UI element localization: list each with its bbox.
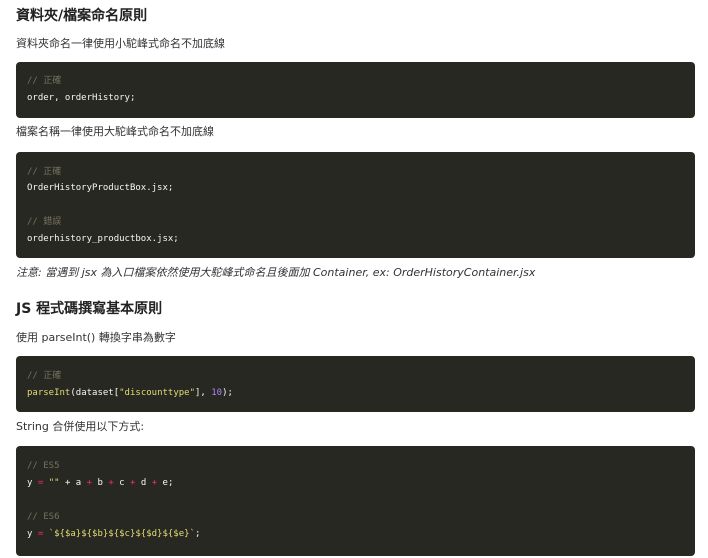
code-comment-correct: // 正確 — [27, 167, 62, 177]
code-comment-wrong: // 錯誤 — [27, 217, 62, 227]
code-comment: // 正確 — [27, 371, 62, 381]
code-function: parseInt — [27, 388, 71, 398]
code-args-end: ); — [222, 388, 233, 398]
code-line-wrong: orderhistory_productbox.jsx; — [27, 234, 179, 244]
code-args-open: (dataset[ — [70, 388, 120, 398]
code-concat-a: + a — [59, 478, 87, 488]
code-string: "discounttype" — [119, 388, 195, 398]
code-line-parseint: parseInt(dataset["discounttype"], 10); — [27, 387, 233, 399]
code-concat-d: d — [135, 478, 152, 488]
parseint-rule: 使用 parseInt() 轉換字串為數字 — [16, 331, 176, 344]
code-comment: // 正確 — [27, 76, 62, 86]
code-semicolon: ; — [195, 529, 201, 539]
heading-js-rules: JS 程式碼撰寫基本原則 — [16, 301, 163, 317]
code-block-parseint: // 正確 parseInt(dataset["discounttype"], … — [16, 356, 695, 412]
code-assign: = — [32, 478, 49, 488]
code-block-folder-example: // 正確 order, orderHistory; — [16, 62, 695, 118]
code-number: 10 — [211, 388, 223, 398]
code-block-file-example: // 正確 OrderHistoryProductBox.jsx; // 錯誤 … — [16, 152, 695, 258]
code-comment-es5: // ES5 — [27, 461, 60, 471]
container-note: 注意: 當遇到 jsx 為入口檔案依然使用大駝峰式命名且後面加 Containe… — [16, 266, 536, 279]
code-concat-b: b — [92, 478, 109, 488]
code-comment-es6: // ES6 — [27, 512, 60, 522]
code-line-es5: y = "" + a + b + c + d + e; — [27, 477, 173, 489]
folder-naming-rule: 資料夾命名一律使用小駝峰式命名不加底線 — [16, 37, 225, 50]
code-empty-string: "" — [48, 478, 60, 488]
code-line-correct: OrderHistoryProductBox.jsx; — [27, 183, 174, 193]
string-concat-rule: String 合併使用以下方式: — [16, 420, 145, 433]
code-args-mid: ], — [195, 388, 212, 398]
code-assign: = — [32, 529, 49, 539]
code-concat-c: c — [113, 478, 130, 488]
code-template-string: `${$a}${$b}${$c}${$d}${$e}` — [48, 529, 195, 539]
code-block-string-concat: // ES5 y = "" + a + b + c + d + e; // ES… — [16, 446, 695, 556]
code-concat-e: e; — [157, 478, 174, 488]
heading-naming-rules: 資料夾/檔案命名原則 — [16, 8, 148, 24]
code-line: order, orderHistory; — [27, 93, 136, 103]
file-naming-rule: 檔案名稱一律使用大駝峰式命名不加底線 — [16, 125, 214, 138]
code-line-es6: y = `${$a}${$b}${$c}${$d}${$e}`; — [27, 528, 200, 540]
